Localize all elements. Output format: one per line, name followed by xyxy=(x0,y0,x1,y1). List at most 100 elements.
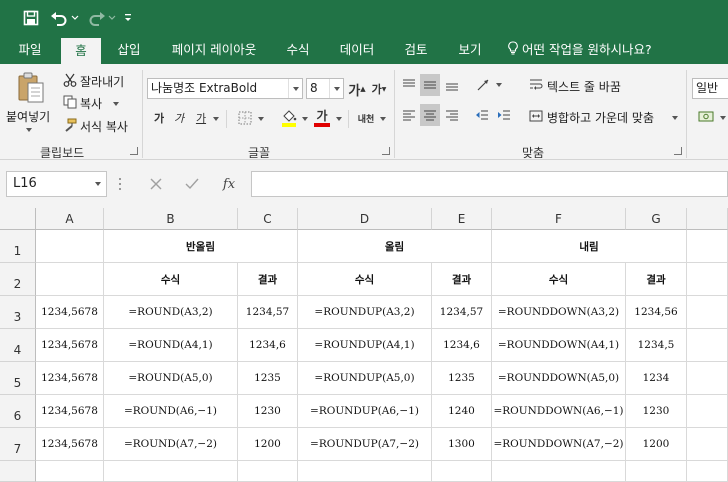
format-painter-button[interactable]: 서식 복사 xyxy=(80,118,128,135)
cell-f7[interactable]: =ROUNDDOWN(A7,−2) xyxy=(492,428,626,461)
clipboard-launcher-icon[interactable] xyxy=(130,147,138,155)
font-color-button[interactable]: 가 xyxy=(312,107,332,129)
align-bottom-icon[interactable] xyxy=(442,74,462,96)
grid-cell[interactable] xyxy=(432,461,492,482)
paste-button[interactable]: 붙여넣기 xyxy=(6,108,50,125)
orientation-dropdown-icon[interactable] xyxy=(496,83,502,87)
cell-a4[interactable]: 1234,5678 xyxy=(36,329,104,362)
row-header-6[interactable]: 6 xyxy=(0,395,36,428)
phonetic-dropdown-icon[interactable] xyxy=(380,117,386,121)
grid-cell[interactable] xyxy=(36,461,104,482)
cell-c3[interactable]: 1234,57 xyxy=(238,296,298,329)
number-format-combo[interactable]: 일반 xyxy=(692,78,728,99)
fill-color-dropdown-icon[interactable] xyxy=(302,117,308,121)
merge-center-button[interactable]: 병합하고 가운데 맞춤 xyxy=(547,109,654,126)
font-size-combo[interactable]: 8 xyxy=(306,78,344,99)
grid-cell[interactable] xyxy=(492,461,626,482)
cell-h3[interactable] xyxy=(687,296,728,329)
font-launcher-icon[interactable] xyxy=(382,147,390,155)
tab-formulas[interactable]: 수식 xyxy=(276,36,320,64)
row-header-1[interactable]: 1 xyxy=(0,230,36,263)
borders-dropdown-icon[interactable] xyxy=(258,117,264,121)
row-header-7[interactable]: 7 xyxy=(0,428,36,461)
underline-button[interactable]: 가 xyxy=(192,108,210,128)
cell-h6[interactable] xyxy=(687,395,728,428)
increase-indent-icon[interactable] xyxy=(494,104,514,126)
column-header-d[interactable]: D xyxy=(298,208,432,230)
redo-icon[interactable] xyxy=(86,6,108,30)
cell-c4[interactable]: 1234,6 xyxy=(238,329,298,362)
cell-h4[interactable] xyxy=(687,329,728,362)
paste-icon[interactable] xyxy=(14,70,48,106)
tab-view[interactable]: 보기 xyxy=(448,36,492,64)
cell-a2[interactable] xyxy=(36,263,104,296)
grid-cell[interactable] xyxy=(238,461,298,482)
font-color-dropdown-icon[interactable] xyxy=(336,117,342,121)
cell-e6[interactable]: 1240 xyxy=(432,395,492,428)
font-name-dropdown-icon[interactable] xyxy=(288,79,302,98)
cell-f4[interactable]: =ROUNDDOWN(A4,1) xyxy=(492,329,626,362)
cell-d4[interactable]: =ROUNDUP(A4,1) xyxy=(298,329,432,362)
increase-font-size-button[interactable]: 가 ▲ xyxy=(348,78,366,100)
tell-me-box[interactable]: 어떤 작업을 원하시나요? xyxy=(508,36,652,64)
cell-a6[interactable]: 1234,5678 xyxy=(36,395,104,428)
header-round[interactable]: 반올림 xyxy=(104,230,298,263)
cell-b6[interactable]: =ROUND(A6,−1) xyxy=(104,395,238,428)
cell-d5[interactable]: =ROUNDUP(A5,0) xyxy=(298,362,432,395)
enter-check-icon[interactable] xyxy=(178,171,206,197)
cell-e3[interactable]: 1234,57 xyxy=(432,296,492,329)
cell-d6[interactable]: =ROUNDUP(A6,−1) xyxy=(298,395,432,428)
font-size-dropdown-icon[interactable] xyxy=(329,79,343,98)
align-middle-icon[interactable] xyxy=(420,74,440,96)
paste-dropdown-icon[interactable] xyxy=(26,128,32,132)
tab-home[interactable]: 홈 xyxy=(61,38,101,64)
cell-g6[interactable]: 1230 xyxy=(626,395,687,428)
column-header-b[interactable]: B xyxy=(104,208,238,230)
column-header-g[interactable]: G xyxy=(626,208,687,230)
column-header[interactable] xyxy=(687,208,728,230)
cell-c5[interactable]: 1235 xyxy=(238,362,298,395)
row-header-4[interactable]: 4 xyxy=(0,329,36,362)
insert-function-button[interactable]: fx xyxy=(216,171,242,197)
align-top-icon[interactable] xyxy=(399,74,419,96)
cell-d3[interactable]: =ROUNDUP(A3,2) xyxy=(298,296,432,329)
grid-cell[interactable] xyxy=(298,461,432,482)
cell-g3[interactable]: 1234,56 xyxy=(626,296,687,329)
column-header-c[interactable]: C xyxy=(238,208,298,230)
name-box-dropdown-icon[interactable] xyxy=(95,182,101,186)
cell-e7[interactable]: 1300 xyxy=(432,428,492,461)
cell-a7[interactable]: 1234,5678 xyxy=(36,428,104,461)
header-roundup[interactable]: 올림 xyxy=(298,230,492,263)
bold-button[interactable]: 가 xyxy=(150,108,168,128)
cell-b7[interactable]: =ROUND(A7,−2) xyxy=(104,428,238,461)
select-all-corner[interactable] xyxy=(0,208,36,230)
cell-a1[interactable] xyxy=(36,230,104,263)
cancel-icon[interactable] xyxy=(142,171,170,197)
column-header-e[interactable]: E xyxy=(432,208,492,230)
column-header-a[interactable]: A xyxy=(36,208,104,230)
header-rounddown[interactable]: 내림 xyxy=(492,230,687,263)
name-box[interactable]: L16 xyxy=(6,171,107,197)
cell-a3[interactable]: 1234,5678 xyxy=(36,296,104,329)
tab-insert[interactable]: 삽입 xyxy=(108,36,150,64)
cell-b3[interactable]: =ROUND(A3,2) xyxy=(104,296,238,329)
subheader-result[interactable]: 결과 xyxy=(626,263,687,296)
tab-data[interactable]: 데이터 xyxy=(330,36,384,64)
row-header-2[interactable]: 2 xyxy=(0,263,36,296)
cell-g4[interactable]: 1234,5 xyxy=(626,329,687,362)
undo-icon[interactable] xyxy=(48,6,70,30)
tab-review[interactable]: 검토 xyxy=(394,36,438,64)
cell-c6[interactable]: 1230 xyxy=(238,395,298,428)
save-icon[interactable] xyxy=(20,6,42,30)
cell-h1[interactable] xyxy=(687,230,728,263)
cell-g5[interactable]: 1234 xyxy=(626,362,687,395)
phonetic-guide-button[interactable]: 내천 xyxy=(354,107,378,129)
undo-dropdown-icon[interactable] xyxy=(70,6,80,30)
orientation-icon[interactable] xyxy=(474,74,494,96)
subheader-result[interactable]: 결과 xyxy=(238,263,298,296)
font-name-combo[interactable]: 나눔명조 ExtraBold xyxy=(147,78,303,99)
cell-b4[interactable]: =ROUND(A4,1) xyxy=(104,329,238,362)
subheader-result[interactable]: 결과 xyxy=(432,263,492,296)
redo-dropdown-icon[interactable] xyxy=(107,6,117,30)
wrap-text-button[interactable]: 텍스트 줄 바꿈 xyxy=(547,78,621,95)
